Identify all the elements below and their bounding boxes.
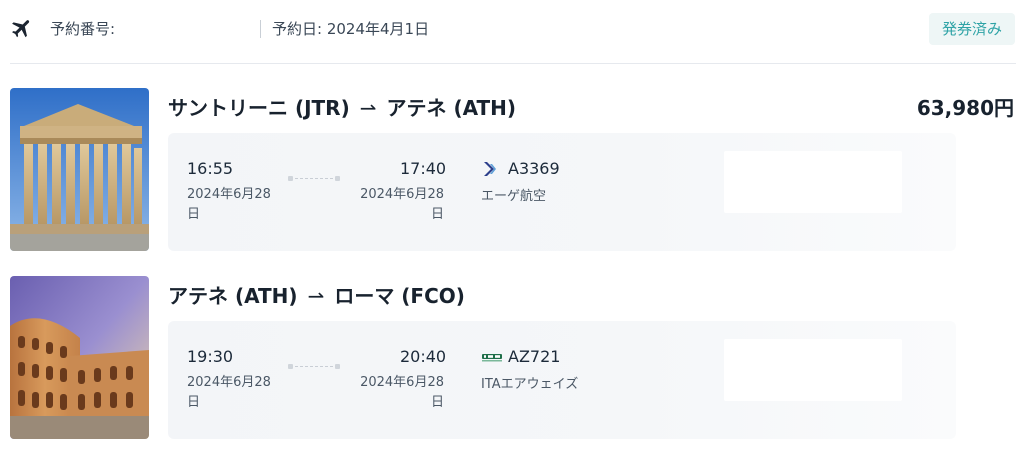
aegean-logo-icon bbox=[484, 162, 496, 176]
arrival-time: 17:40 bbox=[400, 159, 447, 178]
flight-segment: サントリーニ (JTR) ⇀ アテネ (ATH) 63,980円 16:55 202… bbox=[0, 88, 1024, 253]
departure-date: 2024年6月28日 bbox=[187, 187, 271, 222]
departure-time: 19:30 bbox=[187, 347, 234, 366]
flight-card[interactable]: 19:30 2024年6月28日 20:40 2024年6月28日 AZ721 … bbox=[168, 321, 956, 439]
route-destination: アテネ (ATH) bbox=[386, 96, 517, 120]
booking-header: 予約番号: 予約日: 2024年4月1日 発券済み bbox=[0, 0, 1024, 60]
flight-card[interactable]: 16:55 2024年6月28日 17:40 2024年6月28日 A3369 … bbox=[168, 133, 956, 251]
departure-time: 16:55 bbox=[187, 159, 234, 178]
booking-number-label: 予約番号: bbox=[50, 20, 116, 38]
timeline-divider bbox=[288, 364, 340, 369]
route-destination: ローマ (FCO) bbox=[334, 284, 465, 308]
arrival-date: 2024年6月28日 bbox=[360, 375, 444, 410]
route-origin: サントリーニ (JTR) bbox=[168, 96, 350, 120]
parthenon-photo bbox=[10, 88, 149, 251]
plane-icon bbox=[12, 20, 30, 38]
booking-date: 予約日: 2024年4月1日 bbox=[272, 20, 430, 38]
header-divider bbox=[10, 63, 1016, 64]
route-title: アテネ (ATH) ⇀ ローマ (FCO) bbox=[168, 280, 465, 309]
arrival-time: 20:40 bbox=[400, 347, 447, 366]
airline-name: ITAエアウェイズ bbox=[481, 377, 579, 392]
departure-date: 2024年6月28日 bbox=[187, 375, 271, 410]
flight-segment: アテネ (ATH) ⇀ ローマ (FCO) 19:30 2024年6月28日 20:… bbox=[0, 276, 1024, 441]
blank-panel bbox=[724, 151, 902, 213]
blank-panel bbox=[724, 339, 902, 401]
arrival-date: 2024年6月28日 bbox=[360, 187, 444, 222]
colosseum-photo bbox=[10, 276, 149, 439]
flight-number: A3369 bbox=[508, 159, 560, 178]
airline-name: エーゲ航空 bbox=[481, 189, 547, 204]
route-arrow-icon: ⇀ bbox=[307, 284, 325, 308]
route-title: サントリーニ (JTR) ⇀ アテネ (ATH) bbox=[168, 92, 516, 121]
route-origin: アテネ (ATH) bbox=[168, 284, 298, 308]
ita-logo-icon bbox=[482, 354, 502, 362]
price: 63,980円 bbox=[916, 96, 1014, 120]
flight-number: AZ721 bbox=[508, 347, 561, 366]
route-arrow-icon: ⇀ bbox=[359, 96, 377, 120]
timeline-divider bbox=[288, 176, 340, 181]
status-badge: 発券済み bbox=[929, 13, 1015, 45]
header-separator bbox=[260, 20, 261, 38]
